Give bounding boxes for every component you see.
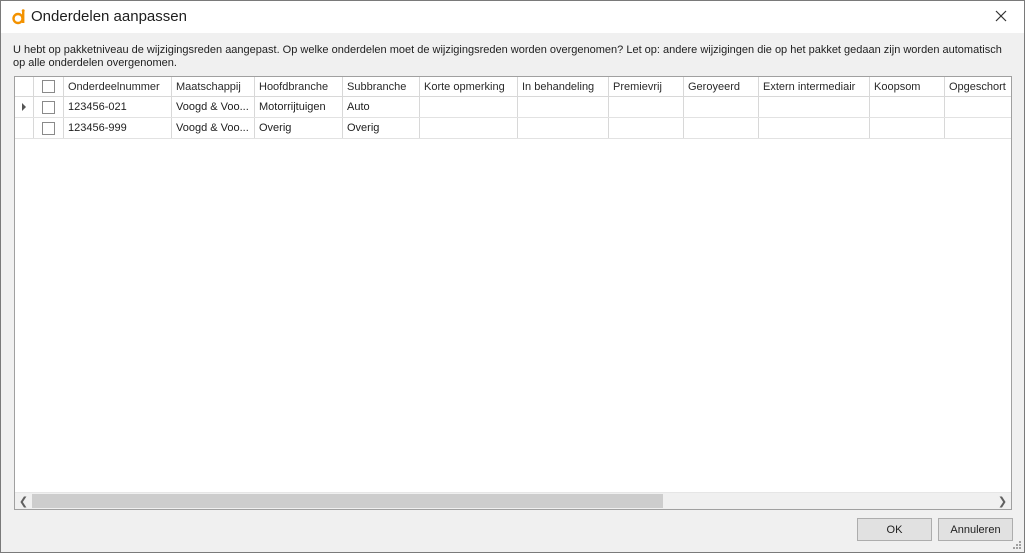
row-indicator: [15, 118, 34, 138]
table-row[interactable]: 123456-999 Voogd & Voo... Overig Overig: [15, 118, 1011, 139]
row-checkbox[interactable]: [42, 121, 55, 135]
cell-onderdeelnummer[interactable]: 123456-021: [64, 97, 172, 117]
cell-subbranche[interactable]: Overig: [343, 118, 420, 138]
horizontal-scrollbar[interactable]: ❮ ❯: [15, 492, 1011, 509]
cell-opgeschort[interactable]: [945, 97, 1011, 117]
window-title: Onderdelen aanpassen: [31, 8, 187, 25]
cell-subbranche[interactable]: Auto: [343, 97, 420, 117]
cell-in-behandeling[interactable]: [518, 118, 609, 138]
column-header-geroyeerd[interactable]: Geroyeerd: [684, 77, 759, 96]
cell-premievrij[interactable]: [609, 97, 684, 117]
grid-header: Onderdeelnummer Maatschappij Hoofdbranch…: [15, 77, 1011, 97]
column-header-korte-opmerking[interactable]: Korte opmerking: [420, 77, 518, 96]
row-select-cell: [34, 97, 64, 117]
dialog-window: Onderdelen aanpassen U hebt op pakketniv…: [0, 0, 1025, 553]
cell-onderdeelnummer[interactable]: 123456-999: [64, 118, 172, 138]
app-logo-icon: [11, 9, 27, 25]
cell-korte-opmerking[interactable]: [420, 118, 518, 138]
close-button[interactable]: [978, 1, 1024, 31]
column-header-premievrij[interactable]: Premievrij: [609, 77, 684, 96]
scroll-left-arrow-icon[interactable]: ❮: [15, 493, 32, 509]
column-header-in-behandeling[interactable]: In behandeling: [518, 77, 609, 96]
current-row-arrow-icon: [22, 103, 26, 111]
title-bar: Onderdelen aanpassen: [1, 1, 1024, 33]
cell-maatschappij[interactable]: Voogd & Voo...: [172, 118, 255, 138]
cell-maatschappij[interactable]: Voogd & Voo...: [172, 97, 255, 117]
cell-opgeschort[interactable]: [945, 118, 1011, 138]
instruction-message: U hebt op pakketniveau de wijzigingsrede…: [13, 44, 1002, 69]
column-header-koopsom[interactable]: Koopsom: [870, 77, 945, 96]
cell-hoofdbranche[interactable]: Motorrijtuigen: [255, 97, 343, 117]
cancel-button[interactable]: Annuleren: [938, 518, 1013, 541]
scroll-right-arrow-icon[interactable]: ❯: [994, 493, 1011, 509]
cell-premievrij[interactable]: [609, 118, 684, 138]
row-checkbox[interactable]: [42, 100, 55, 114]
column-header-opgeschort[interactable]: Opgeschort: [945, 77, 1011, 96]
table-row[interactable]: 123456-021 Voogd & Voo... Motorrijtuigen…: [15, 97, 1011, 118]
cell-in-behandeling[interactable]: [518, 97, 609, 117]
column-header-onderdeelnummer[interactable]: Onderdeelnummer: [64, 77, 172, 96]
select-all-checkbox[interactable]: [42, 80, 55, 93]
parts-grid: Onderdeelnummer Maatschappij Hoofdbranch…: [14, 76, 1012, 510]
cell-geroyeerd[interactable]: [684, 118, 759, 138]
row-indicator: [15, 97, 34, 117]
cell-hoofdbranche[interactable]: Overig: [255, 118, 343, 138]
cell-koopsom[interactable]: [870, 118, 945, 138]
column-header-extern-intermediair[interactable]: Extern intermediair: [759, 77, 870, 96]
row-indicator-header: [15, 77, 34, 96]
column-header-subbranche[interactable]: Subbranche: [343, 77, 420, 96]
cell-koopsom[interactable]: [870, 97, 945, 117]
cell-korte-opmerking[interactable]: [420, 97, 518, 117]
column-header-maatschappij[interactable]: Maatschappij: [172, 77, 255, 96]
cell-extern-intermediair[interactable]: [759, 97, 870, 117]
cell-geroyeerd[interactable]: [684, 97, 759, 117]
select-all-cell: [34, 77, 64, 96]
close-icon: [995, 10, 1007, 22]
row-select-cell: [34, 118, 64, 138]
ok-button[interactable]: OK: [857, 518, 932, 541]
resize-grip-icon[interactable]: [1012, 540, 1022, 550]
column-header-hoofdbranche[interactable]: Hoofdbranche: [255, 77, 343, 96]
scrollbar-thumb[interactable]: [32, 494, 663, 508]
cell-extern-intermediair[interactable]: [759, 118, 870, 138]
